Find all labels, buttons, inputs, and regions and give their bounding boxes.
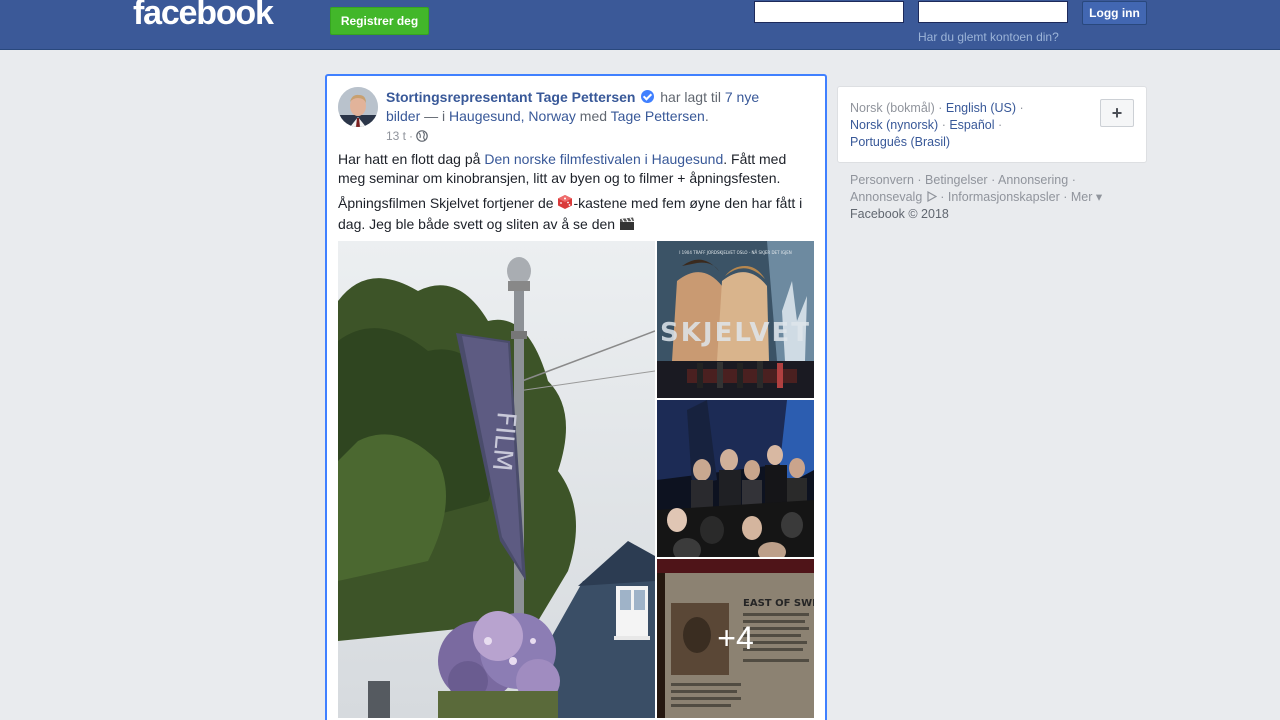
more-photos-overlay[interactable]: +4 <box>657 559 814 718</box>
photo-audience[interactable] <box>657 400 814 557</box>
login-button[interactable]: Logg inn <box>1082 1 1147 25</box>
post-action-text: har lagt til <box>660 89 721 105</box>
meta-separator: · <box>409 129 414 143</box>
clapperboard-icon <box>619 217 635 236</box>
globe-icon <box>416 130 428 142</box>
top-bar: facebook Registrer deg Logg inn Har du g… <box>0 0 1280 50</box>
photo-event-sign[interactable]: EAST OF SWEDE +4 <box>657 559 814 718</box>
add-language-button[interactable]: + <box>1100 99 1134 127</box>
caret-down-icon: ▾ <box>1095 190 1103 204</box>
language-link-portugues[interactable]: Português (Brasil) <box>850 135 950 149</box>
footer-links: Personvern · Betingelser · Annonsering ·… <box>850 173 1103 221</box>
location-prefix: — i <box>424 108 446 124</box>
post-paragraph-2: Åpningsfilmen Skjelvet fortjener de -kas… <box>338 194 816 236</box>
author-name-link[interactable]: Stortingsrepresentant Tage Pettersen <box>386 89 635 105</box>
paragraph-text: Åpningsfilmen Skjelvet fortjener de <box>338 195 558 211</box>
password-field[interactable] <box>918 1 1068 23</box>
post-body: Har hatt en flott dag på Den norske film… <box>338 150 816 242</box>
footer-link-more[interactable]: Mer ▾ <box>1071 190 1102 204</box>
ad-choices-icon <box>926 190 937 204</box>
language-selector-box: Norsk (bokmål) · English (US) · Norsk (n… <box>837 86 1147 163</box>
with-text: med <box>579 108 608 124</box>
language-link-espanol[interactable]: Español <box>949 118 994 132</box>
footer-link-label: Mer <box>1070 190 1093 204</box>
festival-link[interactable]: Den norske filmfestivalen i Haugesund <box>484 151 723 167</box>
footer-link-ad-choices[interactable]: Annonsevalg <box>850 190 937 204</box>
post-card: Stortingsrepresentant Tage Pettersen har… <box>325 74 827 720</box>
footer-link-advertising[interactable]: Annonsering <box>998 173 1068 187</box>
author-avatar[interactable] <box>338 87 378 127</box>
footer-link-privacy[interactable]: Personvern <box>850 173 914 187</box>
dice-icon <box>557 194 573 215</box>
register-button[interactable]: Registrer deg <box>330 7 429 35</box>
post-timestamp[interactable]: 13 t <box>386 129 406 143</box>
language-link-english[interactable]: English (US) <box>946 101 1016 115</box>
photo-street-banner[interactable]: FILM <box>338 241 655 718</box>
facebook-logo[interactable]: facebook <box>133 0 274 33</box>
footer-link-cookies[interactable]: Informasjonskapsler <box>948 190 1060 204</box>
language-list: Norsk (bokmål) · English (US) · Norsk (n… <box>850 101 1024 149</box>
paragraph-text: Har hatt en flott dag på <box>338 151 485 167</box>
language-link-nynorsk[interactable]: Norsk (nynorsk) <box>850 118 938 132</box>
post-paragraph-1: Har hatt en flott dag på Den norske film… <box>338 150 816 188</box>
banner-text: FILM <box>486 410 521 472</box>
location-link[interactable]: Haugesund, Norway <box>449 108 576 124</box>
verified-badge-icon <box>641 90 655 103</box>
poster-tagline: I 1904 TRAFF JORDSKJELVET OSLO - NÅ SKJE… <box>679 250 792 255</box>
footer-link-label: Annonsevalg <box>850 190 923 204</box>
copyright-text: Facebook © 2018 <box>850 207 949 221</box>
tagged-person-link[interactable]: Tage Pettersen <box>611 108 705 124</box>
email-field[interactable] <box>754 1 904 23</box>
photo-movie-poster[interactable]: I 1904 TRAFF JORDSKJELVET OSLO - NÅ SKJE… <box>657 241 814 398</box>
language-current: Norsk (bokmål) <box>850 101 935 115</box>
tagged-suffix: . <box>704 108 709 124</box>
post-header: Stortingsrepresentant Tage Pettersen har… <box>386 88 786 126</box>
forgot-account-link[interactable]: Har du glemt kontoen din? <box>918 30 1059 44</box>
poster-title: SKJELVET <box>660 318 811 348</box>
post-meta: 13 t · <box>386 129 428 143</box>
footer-link-terms[interactable]: Betingelser <box>925 173 988 187</box>
